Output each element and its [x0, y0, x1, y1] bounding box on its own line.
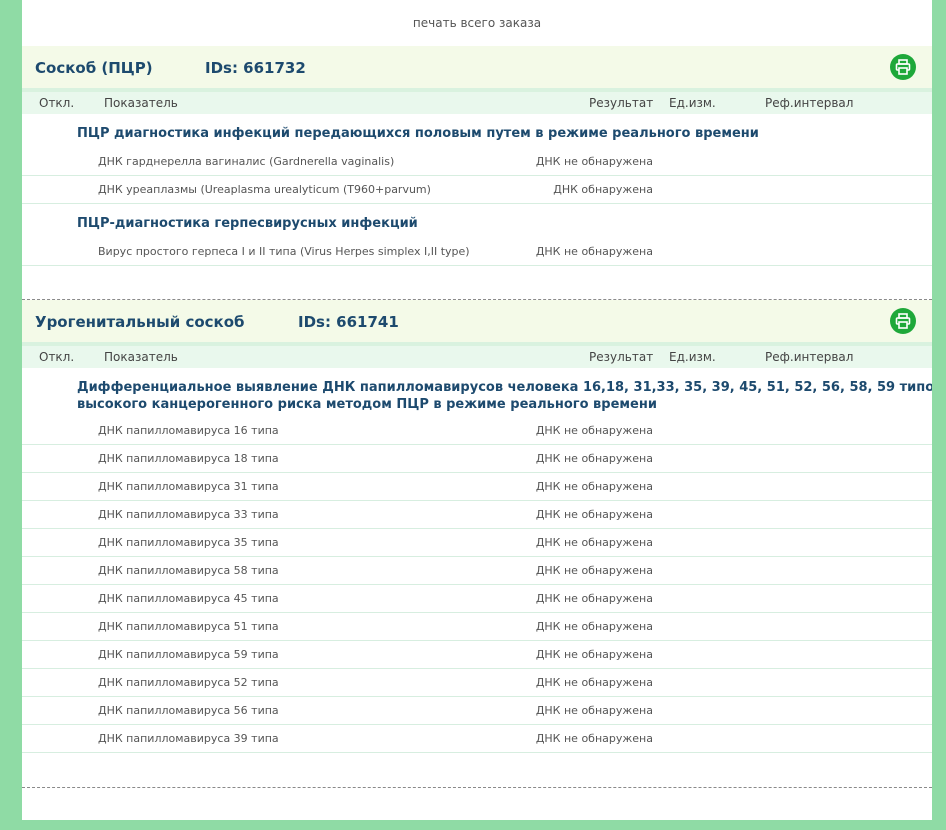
col-otkl: Откл. [39, 350, 75, 364]
block-header: Урогенитальный соскоб IDs: 661741 [22, 300, 932, 346]
row-indicator: ДНК папилломавируса 52 типа [98, 676, 279, 689]
table-row: ДНК уреаплазмы (Ureaplasma urealyticum (… [22, 176, 932, 204]
results-list: ДНК папилломавируса 16 типа ДНК не обнару… [22, 417, 932, 753]
column-headers: Откл. Показатель Результат Ед.изм. Реф.и… [22, 346, 932, 368]
row-indicator: ДНК гарднерелла вагиналис (Gardnerella v… [98, 155, 395, 168]
block-header: Соскоб (ПЦР) IDs: 661732 [22, 46, 932, 92]
report-page: печать всего заказа Соскоб (ПЦР) IDs: 66… [22, 0, 932, 820]
row-result: ДНК не обнаружена [535, 648, 653, 661]
row-indicator: ДНК папилломавируса 35 типа [98, 536, 279, 549]
col-result: Результат [589, 350, 654, 364]
print-all-link[interactable]: печать всего заказа [22, 0, 932, 46]
row-indicator: ДНК папилломавируса 58 типа [98, 564, 279, 577]
table-row: ДНК папилломавируса 33 типа ДНК не обнару… [22, 501, 932, 529]
table-row: ДНК папилломавируса 56 типа ДНК не обнару… [22, 697, 932, 725]
row-result: ДНК не обнаружена [535, 245, 653, 258]
col-ref: Реф.интервал [765, 96, 854, 110]
block-title: Урогенитальный соскоб [35, 313, 245, 331]
col-otkl: Откл. [39, 96, 75, 110]
print-button[interactable] [890, 54, 916, 80]
table-row: ДНК гарднерелла вагиналис (Gardnerella v… [22, 148, 932, 176]
table-row: ДНК папилломавируса 45 типа ДНК не обнару… [22, 585, 932, 613]
category-title: ПЦР-диагностика герпесвирусных инфекций [77, 216, 418, 231]
order-block: Соскоб (ПЦР) IDs: 661732 Откл. Показател… [22, 46, 932, 266]
table-row: ДНК папилломавируса 39 типа ДНК не обнару… [22, 725, 932, 753]
col-result: Результат [589, 96, 654, 110]
col-unit: Ед.изм. [669, 350, 716, 364]
category-title: ПЦР диагностика инфекций передающихся по… [77, 126, 759, 141]
row-result: ДНК не обнаружена [535, 620, 653, 633]
print-button[interactable] [890, 308, 916, 334]
row-indicator: ДНК папилломавируса 39 типа [98, 732, 279, 745]
printer-icon [895, 59, 911, 75]
table-row: ДНК папилломавируса 31 типа ДНК не обнару… [22, 473, 932, 501]
order-block: Урогенитальный соскоб IDs: 661741 Откл. … [22, 300, 932, 753]
table-row: ДНК папилломавируса 51 типа ДНК не обнару… [22, 613, 932, 641]
col-indicator: Показатель [104, 350, 178, 364]
section-divider [22, 787, 932, 788]
row-indicator: ДНК папилломавируса 51 типа [98, 620, 279, 633]
table-row: ДНК папилломавируса 18 типа ДНК не обнару… [22, 445, 932, 473]
col-ref: Реф.интервал [765, 350, 854, 364]
row-result: ДНК не обнаружена [535, 536, 653, 549]
row-indicator: Вирус простого герпеса I и II типа (Viru… [98, 245, 470, 258]
row-result: ДНК не обнаружена [535, 592, 653, 605]
row-result: ДНК обнаружена [553, 183, 653, 196]
block-title: Соскоб (ПЦР) [35, 59, 153, 77]
row-result: ДНК не обнаружена [535, 732, 653, 745]
table-row: ДНК папилломавируса 35 типа ДНК не обнару… [22, 529, 932, 557]
row-result: ДНК не обнаружена [535, 452, 653, 465]
row-result: ДНК не обнаружена [535, 480, 653, 493]
row-result: ДНК не обнаружена [535, 564, 653, 577]
table-row: ДНК папилломавируса 16 типа ДНК не обнару… [22, 417, 932, 445]
table-row: Вирус простого герпеса I и II типа (Viru… [22, 238, 932, 266]
row-indicator: ДНК уреаплазмы (Ureaplasma urealyticum (… [98, 183, 431, 196]
row-result: ДНК не обнаружена [535, 155, 653, 168]
row-result: ДНК не обнаружена [535, 508, 653, 521]
row-result: ДНК не обнаружена [535, 704, 653, 717]
table-row: ДНК папилломавируса 58 типа ДНК не обнару… [22, 557, 932, 585]
row-indicator: ДНК папилломавируса 18 типа [98, 452, 279, 465]
block-ids: IDs: 661741 [298, 313, 399, 331]
row-indicator: ДНК папилломавируса 31 типа [98, 480, 279, 493]
row-indicator: ДНК папилломавируса 45 типа [98, 592, 279, 605]
row-indicator: ДНК папилломавируса 33 типа [98, 508, 279, 521]
table-row: ДНК папилломавируса 59 типа ДНК не обнару… [22, 641, 932, 669]
row-indicator: ДНК папилломавируса 16 типа [98, 424, 279, 437]
col-unit: Ед.изм. [669, 96, 716, 110]
table-row: ДНК папилломавируса 52 типа ДНК не обнару… [22, 669, 932, 697]
row-result: ДНК не обнаружена [535, 424, 653, 437]
col-indicator: Показатель [104, 96, 178, 110]
column-headers: Откл. Показатель Результат Ед.изм. Реф.и… [22, 92, 932, 114]
row-result: ДНК не обнаружена [535, 676, 653, 689]
printer-icon [895, 313, 911, 329]
block-ids: IDs: 661732 [205, 59, 306, 77]
category-title: Дифференциальное выявление ДНК папиллома… [77, 380, 932, 412]
row-indicator: ДНК папилломавируса 56 типа [98, 704, 279, 717]
row-indicator: ДНК папилломавируса 59 типа [98, 648, 279, 661]
